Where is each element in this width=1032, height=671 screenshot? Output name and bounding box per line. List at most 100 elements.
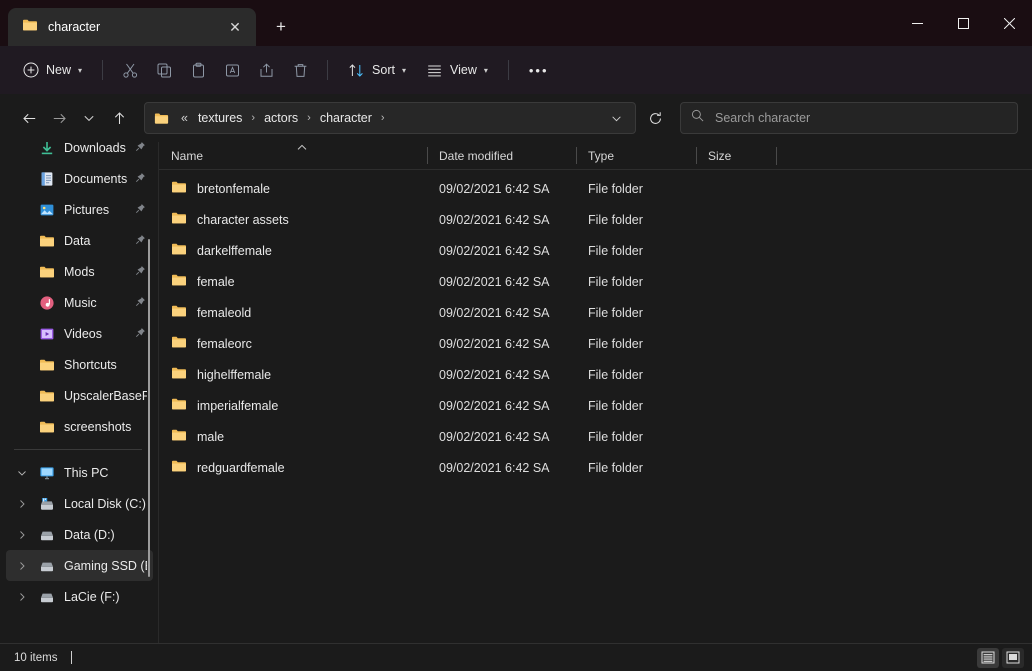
- back-button[interactable]: [14, 103, 44, 133]
- sidebar-item-videos[interactable]: Videos: [6, 318, 153, 349]
- minimize-button[interactable]: [894, 0, 940, 46]
- close-icon[interactable]: ✕: [222, 14, 248, 40]
- breadcrumb-item-textures[interactable]: textures: [193, 108, 247, 128]
- sidebar-item-label: LaCie (F:): [64, 589, 120, 604]
- chevron-down-icon: ▾: [78, 65, 83, 75]
- file-name-label: bretonfemale: [197, 181, 270, 196]
- close-button[interactable]: [986, 0, 1032, 46]
- item-count-label: 10 items: [14, 651, 58, 664]
- table-row[interactable]: highelffemale 09/02/2021 6:42 SA File fold…: [159, 359, 1032, 390]
- scissors-icon[interactable]: [114, 54, 146, 86]
- sidebar-item-mods[interactable]: Mods: [6, 256, 153, 287]
- cell-type: File folder: [588, 336, 643, 351]
- sidebar-item-upscalerbaseplu[interactable]: UpscalerBasePlu: [6, 380, 153, 411]
- table-row[interactable]: redguardfemale 09/02/2021 6:42 SA File fol…: [159, 452, 1032, 483]
- large-icons-view-icon[interactable]: [1002, 647, 1024, 668]
- breadcrumb-overflow[interactable]: «: [176, 108, 192, 128]
- chevron-down-icon: ▾: [401, 65, 406, 75]
- search-box[interactable]: [680, 102, 1018, 134]
- chevron-right-icon[interactable]: ›: [248, 112, 258, 124]
- sidebar-item-pictures[interactable]: Pictures: [6, 194, 153, 225]
- rename-icon[interactable]: [216, 54, 248, 86]
- new-button[interactable]: New ▾: [14, 54, 91, 86]
- share-icon[interactable]: [250, 54, 282, 86]
- breadcrumb: « textures › actors › character ›: [176, 108, 603, 128]
- sidebar-item-data-d[interactable]: Data (D:): [6, 519, 153, 550]
- chevron-right-icon[interactable]: ›: [378, 112, 388, 124]
- cell-name: darkelffemale: [159, 235, 427, 266]
- table-row[interactable]: male 09/02/2021 6:42 SA File folder: [159, 421, 1032, 452]
- breadcrumb-item-character[interactable]: character: [315, 108, 377, 128]
- sidebar-item-documents[interactable]: Documents: [6, 163, 153, 194]
- chevron-right-icon[interactable]: [14, 561, 30, 571]
- chevron-right-icon[interactable]: [14, 530, 30, 540]
- sidebar-divider: [14, 449, 142, 450]
- sidebar-item-label: Local Disk (C:): [64, 496, 146, 511]
- pin-icon: [135, 170, 147, 188]
- more-options-button[interactable]: •••: [520, 54, 558, 86]
- file-name-label: femaleorc: [197, 336, 252, 351]
- sidebar-item-downloads[interactable]: Downloads: [6, 142, 153, 163]
- folder-icon: [171, 334, 187, 353]
- column-divider-end: [776, 146, 777, 165]
- table-row[interactable]: bretonfemale 09/02/2021 6:42 SA File folde…: [159, 173, 1032, 204]
- cell-date-modified: 09/02/2021 6:42 SA: [439, 243, 550, 258]
- table-row[interactable]: character assets 09/02/2021 6:42 SA File f…: [159, 204, 1032, 235]
- maximize-button[interactable]: [940, 0, 986, 46]
- chevron-right-icon[interactable]: ›: [304, 112, 314, 124]
- column-header-type[interactable]: Type: [576, 142, 696, 169]
- sidebar-item-lacie-f[interactable]: LaCie (F:): [6, 581, 153, 612]
- view-button[interactable]: View ▾: [417, 54, 497, 86]
- refresh-button[interactable]: [640, 103, 670, 133]
- recent-locations-button[interactable]: [74, 103, 104, 133]
- cell-name: redguardfemale: [159, 452, 427, 483]
- up-button[interactable]: [104, 103, 134, 133]
- sidebar-item-gaming-ssd-e[interactable]: Gaming SSD (E: [6, 550, 153, 581]
- cell-type: File folder: [588, 367, 643, 382]
- sidebar-item-music[interactable]: Music: [6, 287, 153, 318]
- chevron-down-icon[interactable]: [14, 468, 30, 478]
- sidebar-item-screenshots[interactable]: screenshots: [6, 411, 153, 442]
- forward-button[interactable]: [44, 103, 74, 133]
- column-header-date-modified[interactable]: Date modified: [427, 142, 576, 169]
- cell-date-modified: 09/02/2021 6:42 SA: [439, 398, 550, 413]
- address-dropdown-button[interactable]: [603, 105, 629, 131]
- sidebar-item-shortcuts[interactable]: Shortcuts: [6, 349, 153, 380]
- tab-character[interactable]: character ✕: [8, 8, 256, 46]
- chevron-right-icon[interactable]: [14, 499, 30, 509]
- sidebar-item-label: Data (D:): [64, 527, 115, 542]
- details-view-icon[interactable]: [977, 647, 999, 668]
- sidebar-scrollbar[interactable]: [148, 239, 150, 577]
- documents-icon: [38, 170, 56, 188]
- trash-icon[interactable]: [284, 54, 316, 86]
- table-row[interactable]: imperialfemale 09/02/2021 6:42 SA File fol…: [159, 390, 1032, 421]
- paste-icon[interactable]: [182, 54, 214, 86]
- sidebar-item-label: Data: [64, 233, 91, 248]
- chevron-right-icon[interactable]: [14, 592, 30, 602]
- copy-icon[interactable]: [148, 54, 180, 86]
- search-input[interactable]: [715, 111, 1007, 125]
- file-explorer-window: character ✕ + New ▾ Sort ▾ View ▾ ••• « …: [0, 0, 1032, 671]
- address-bar[interactable]: « textures › actors › character ›: [144, 102, 636, 134]
- new-tab-button[interactable]: +: [264, 10, 298, 44]
- sidebar-item-label: Gaming SSD (E: [64, 558, 147, 573]
- table-row[interactable]: femaleorc 09/02/2021 6:42 SA File folder: [159, 328, 1032, 359]
- sort-button[interactable]: Sort ▾: [339, 54, 415, 86]
- file-name-label: male: [197, 429, 225, 444]
- folder-icon: [171, 303, 187, 322]
- downloads-icon: [38, 142, 56, 157]
- column-header-label: Type: [588, 148, 615, 163]
- table-row[interactable]: female 09/02/2021 6:42 SA File folder: [159, 266, 1032, 297]
- pin-icon: [135, 325, 147, 343]
- sidebar-item-data[interactable]: Data: [6, 225, 153, 256]
- file-name-label: redguardfemale: [197, 460, 285, 475]
- sidebar-item-local-disk-c[interactable]: Local Disk (C:): [6, 488, 153, 519]
- column-header-name[interactable]: Name: [159, 142, 427, 169]
- column-header-size[interactable]: Size: [696, 142, 776, 169]
- table-row[interactable]: darkelffemale 09/02/2021 6:42 SA File fold…: [159, 235, 1032, 266]
- table-row[interactable]: femaleold 09/02/2021 6:42 SA File folder: [159, 297, 1032, 328]
- breadcrumb-item-actors[interactable]: actors: [259, 108, 303, 128]
- toolbar-divider: [102, 60, 104, 80]
- folder-icon: [171, 179, 187, 198]
- sidebar-item-this-pc[interactable]: This PC: [6, 457, 153, 488]
